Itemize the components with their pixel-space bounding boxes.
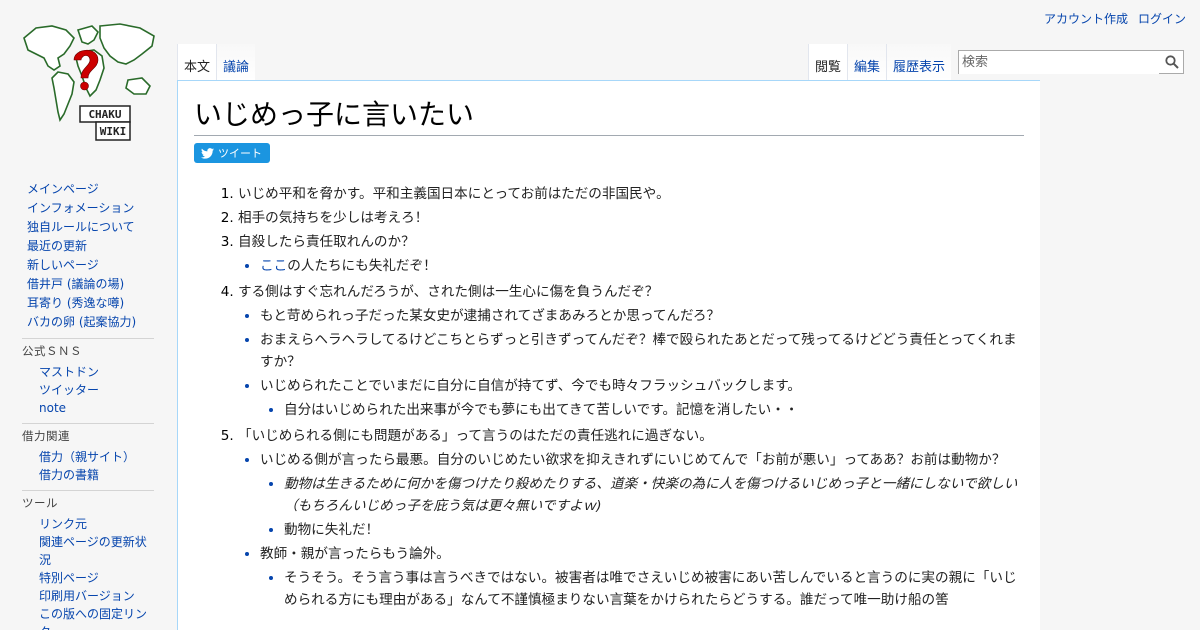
nav-main-page[interactable]: メインページ: [27, 182, 99, 196]
tab-history-label[interactable]: 履歴表示: [893, 60, 945, 75]
list-item: いじめられたことでいまだに自分に自信が持てず、今でも時々フラッシュバックします。…: [260, 375, 1024, 421]
nav-information[interactable]: インフォメーション: [27, 201, 134, 215]
nav-item: 最近の更新: [27, 237, 154, 256]
sns-twitter-link[interactable]: ツイッター: [39, 383, 99, 397]
search-icon[interactable]: [1165, 55, 1179, 69]
tools-heading[interactable]: ツール: [22, 490, 154, 515]
item-text: の人たちにも失礼だぞ！: [287, 258, 437, 274]
list-item: そうそう。そう言う事は言うべきではない。被害者は唯でさえいじめ被害にあい苦しんで…: [284, 567, 1024, 611]
list-item: 相手の気持ちを少しは考えろ！: [238, 207, 1024, 229]
login-link[interactable]: ログイン: [1138, 10, 1186, 27]
nav-recent-changes[interactable]: 最近の更新: [27, 239, 87, 253]
sns-heading[interactable]: 公式ＳＮＳ: [22, 338, 154, 363]
content-area: いじめっ子に言いたい ツイート いじめ平和を脅かす。平和主義国日本にとってお前は…: [177, 80, 1040, 630]
item-text: そうそう。そう言う事は言うべきではない。被害者は唯でさえいじめ被害にあい苦しんで…: [284, 570, 1017, 608]
tweet-button[interactable]: ツイート: [194, 143, 270, 163]
tools-portal: ツール リンク元 関連ページの更新状況 特別ページ 印刷用バージョン この版への…: [22, 490, 154, 630]
tab-edit[interactable]: 編集: [847, 44, 887, 80]
list-item: 「いじめられる側にも問題がある」って言うのはただの責任逃れに過ぎない。 いじめる…: [238, 425, 1024, 611]
svg-text:WIKI: WIKI: [100, 125, 127, 138]
nav-item: 新しいページ: [27, 256, 154, 275]
list-item: 自殺したら責任取れんのか？ ここの人たちにも失礼だぞ！: [238, 231, 1024, 277]
sidebar: メインページ インフォメーション 独自ルールについて 最近の更新 新しいページ …: [0, 180, 176, 630]
list-item: 動物に失礼だ！: [284, 519, 1024, 541]
tool-whatlinkshere[interactable]: リンク元: [39, 517, 87, 531]
related-portal: 借力関連 借力（親サイト） 借力の書籍: [22, 423, 154, 484]
nav-new-pages[interactable]: 新しいページ: [27, 258, 99, 272]
statement-list: いじめ平和を脅かす。平和主義国日本にとってお前はただの非国民や。 相手の気持ちを…: [194, 183, 1024, 611]
tab-article[interactable]: 本文: [177, 44, 217, 80]
item-text: いじめられたことでいまだに自分に自信が持てず、今でも時々フラッシュバックします。: [260, 378, 802, 394]
nav-discussion[interactable]: 借井戸 (議論の場): [27, 277, 124, 291]
view-tabs: 閲覧 編集 履歴表示: [808, 44, 952, 80]
list-item: いじめ平和を脅かす。平和主義国日本にとってお前はただの非国民や。: [238, 183, 1024, 205]
tab-talk[interactable]: 議論: [216, 44, 256, 80]
item-text: いじめる側が言ったら最悪。自分のいじめたい欲求を抑えきれずにいじめてんで「お前が…: [260, 452, 1006, 468]
page-title: いじめっ子に言いたい: [194, 97, 1024, 136]
nav-item: インフォメーション: [27, 199, 154, 218]
tab-article-label: 本文: [184, 60, 211, 75]
twitter-bird-icon: [201, 147, 214, 159]
books-link[interactable]: 借力の書籍: [39, 468, 99, 482]
nav-item: 借井戸 (議論の場): [27, 275, 154, 294]
list-item: ここの人たちにも失礼だぞ！: [260, 255, 1024, 277]
item-text: 「いじめられる側にも問題がある」って言うのはただの責任逃れに過ぎない。: [238, 428, 713, 444]
list-item: 動物は生きるために何かを傷つけたり殺めたりする、道楽・快楽の為に人を傷つけるいじ…: [284, 473, 1024, 517]
tool-related-changes[interactable]: 関連ページの更新状況: [39, 535, 147, 567]
list-item: 教師・親が言ったらもう論外。 そうそう。そう言う事は言うべきではない。被害者は唯…: [260, 543, 1024, 611]
sns-mastodon-link[interactable]: マストドン: [39, 365, 99, 379]
navigation-portal: メインページ インフォメーション 独自ルールについて 最近の更新 新しいページ …: [22, 180, 154, 332]
nav-rumors[interactable]: 耳寄り (秀逸な噂): [27, 296, 124, 310]
tweet-label: ツイート: [218, 147, 262, 160]
item-text: いじめ平和を脅かす。平和主義国日本にとってお前はただの非国民や。: [238, 186, 670, 202]
tab-read-label: 閲覧: [815, 60, 842, 75]
item-text: 動物は生きるために何かを傷つけたり殺めたりする、道楽・快楽の為に人を傷つけるいじ…: [284, 476, 1018, 514]
tool-print-version[interactable]: 印刷用バージョン: [39, 589, 135, 603]
tab-read[interactable]: 閲覧: [808, 44, 848, 80]
item-text: 相手の気持ちを少しは考えろ！: [238, 210, 429, 226]
nav-item: バカの卵 (起案協力): [27, 313, 154, 332]
list-item: おまえらヘラヘラしてるけどこちとらずっと引きずってんだぞ？棒で殴られたあとだって…: [260, 329, 1024, 373]
nav-item: メインページ: [27, 180, 154, 199]
search-box: [958, 50, 1184, 74]
site-logo[interactable]: CHAKU WIKI: [18, 20, 158, 148]
tab-edit-label[interactable]: 編集: [854, 60, 880, 75]
tool-permalink[interactable]: この版への固定リンク: [39, 607, 147, 630]
list-item: いじめる側が言ったら最悪。自分のいじめたい欲求を抑えきれずにいじめてんで「お前が…: [260, 449, 1024, 541]
tab-history[interactable]: 履歴表示: [886, 44, 952, 80]
nav-rules[interactable]: 独自ルールについて: [27, 220, 135, 234]
svg-text:CHAKU: CHAKU: [88, 108, 121, 121]
list-item: する側はすぐ忘れんだろうが、された側は一生心に傷を負うんだぞ？ もと苛められっ子…: [238, 281, 1024, 421]
item-text: 自殺したら責任取れんのか？: [238, 234, 415, 250]
tab-talk-label[interactable]: 議論: [223, 60, 249, 75]
list-item: 自分はいじめられた出来事が今でも夢にも出てきて苦しいです。記憶を消したい・・: [284, 399, 1024, 421]
list-item: もと苛められっ子だった某女史が逮捕されてざまあみろとか思ってんだろ？: [260, 305, 1024, 327]
sns-portal: 公式ＳＮＳ マストドン ツイッター note: [22, 338, 154, 417]
nav-proposals[interactable]: バカの卵 (起案協力): [27, 315, 136, 329]
item-text: 自分はいじめられた出来事が今でも夢にも出てきて苦しいです。記憶を消したい・・: [284, 402, 799, 418]
sns-note-link[interactable]: note: [39, 401, 66, 415]
nav-item: 耳寄り (秀逸な噂): [27, 294, 154, 313]
world-map-logo-icon: CHAKU WIKI: [23, 23, 155, 141]
related-heading[interactable]: 借力関連: [22, 423, 154, 448]
tool-special-pages[interactable]: 特別ページ: [39, 571, 99, 585]
create-account-link[interactable]: アカウント作成: [1044, 10, 1128, 27]
here-link[interactable]: ここ: [260, 258, 287, 274]
item-text: する側はすぐ忘れんだろうが、された側は一生心に傷を負うんだぞ？: [238, 284, 659, 300]
item-text: もと苛められっ子だった某女史が逮捕されてざまあみろとか思ってんだろ？: [260, 308, 721, 324]
parent-site-link[interactable]: 借力（親サイト）: [39, 450, 135, 464]
item-text: おまえらヘラヘラしてるけどこちとらずっと引きずってんだぞ？棒で殴られたあとだって…: [260, 332, 1017, 370]
search-input[interactable]: [959, 51, 1159, 74]
nav-item: 独自ルールについて: [27, 218, 154, 237]
item-text: 教師・親が言ったらもう論外。: [260, 546, 450, 562]
item-text: 動物に失礼だ！: [284, 522, 380, 538]
article-body: いじめ平和を脅かす。平和主義国日本にとってお前はただの非国民や。 相手の気持ちを…: [194, 183, 1024, 611]
personal-tools: アカウント作成 ログイン: [1044, 10, 1186, 27]
namespace-tabs: 本文 議論: [177, 44, 256, 80]
